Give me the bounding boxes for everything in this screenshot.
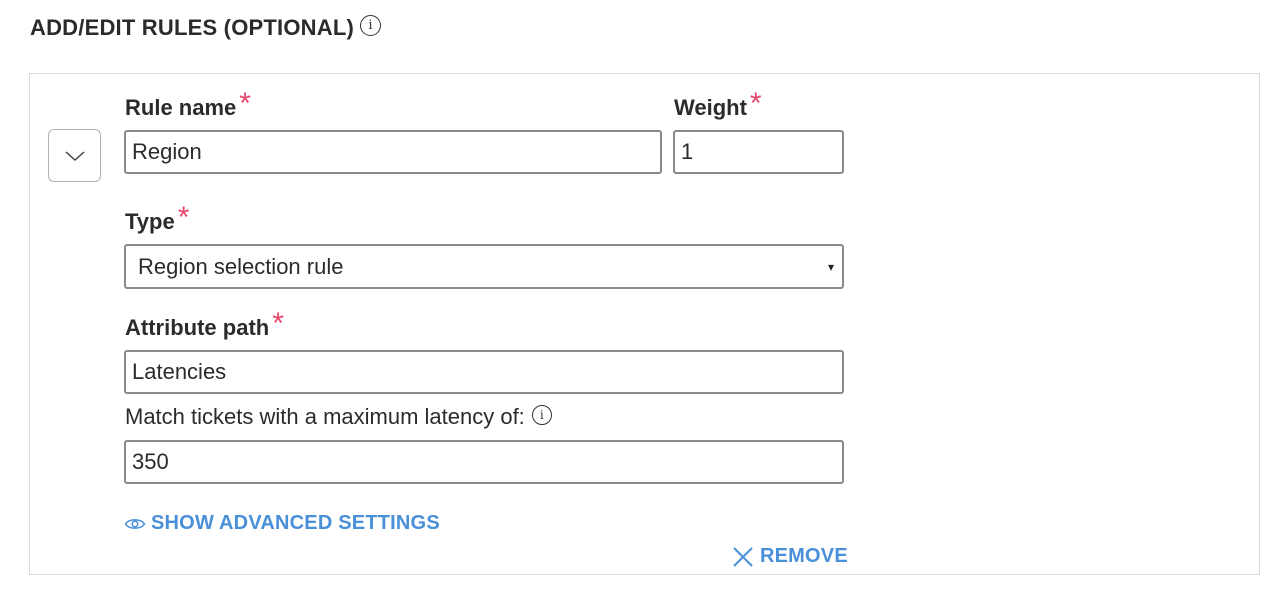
required-asterisk: * xyxy=(749,87,762,120)
type-select-value: Region selection rule xyxy=(138,253,344,279)
remove-label: REMOVE xyxy=(760,545,848,567)
weight-label-text: Weight xyxy=(674,95,747,120)
dropdown-caret-icon: ▾ xyxy=(827,259,834,274)
info-icon[interactable]: i xyxy=(531,405,552,425)
collapse-rule-button[interactable] xyxy=(48,129,101,182)
close-icon xyxy=(733,546,753,567)
rule-name-label: Rule name * xyxy=(125,87,251,121)
chevron-down-icon xyxy=(65,150,84,161)
attribute-path-label-text: Attribute path xyxy=(125,315,270,340)
max-latency-input[interactable] xyxy=(124,440,844,484)
type-label: Type * xyxy=(125,201,190,235)
required-asterisk: * xyxy=(177,201,190,234)
attribute-path-input[interactable] xyxy=(124,350,844,394)
show-advanced-settings-label: SHOW ADVANCED SETTINGS xyxy=(151,512,440,534)
rule-name-input[interactable] xyxy=(124,130,662,174)
section-title-text: ADD/EDIT RULES (OPTIONAL) xyxy=(30,15,354,40)
section-title: ADD/EDIT RULES (OPTIONAL) i xyxy=(30,14,381,41)
max-latency-label-text: Match tickets with a maximum latency of: xyxy=(125,404,525,429)
attribute-path-label: Attribute path * xyxy=(125,307,284,341)
weight-input[interactable] xyxy=(673,130,844,174)
weight-label: Weight * xyxy=(674,87,762,121)
required-asterisk: * xyxy=(239,87,251,120)
rule-name-label-text: Rule name xyxy=(125,95,237,120)
info-icon[interactable]: i xyxy=(360,14,381,36)
max-latency-label: Match tickets with a maximum latency of:… xyxy=(125,404,552,430)
eye-icon xyxy=(124,518,146,529)
type-select[interactable]: Region selection rule ▾ xyxy=(124,244,844,289)
required-asterisk: * xyxy=(272,307,284,340)
remove-rule-link[interactable]: REMOVE xyxy=(732,545,848,568)
type-label-text: Type xyxy=(125,209,175,234)
show-advanced-settings-link[interactable]: SHOW ADVANCED SETTINGS xyxy=(124,512,440,535)
